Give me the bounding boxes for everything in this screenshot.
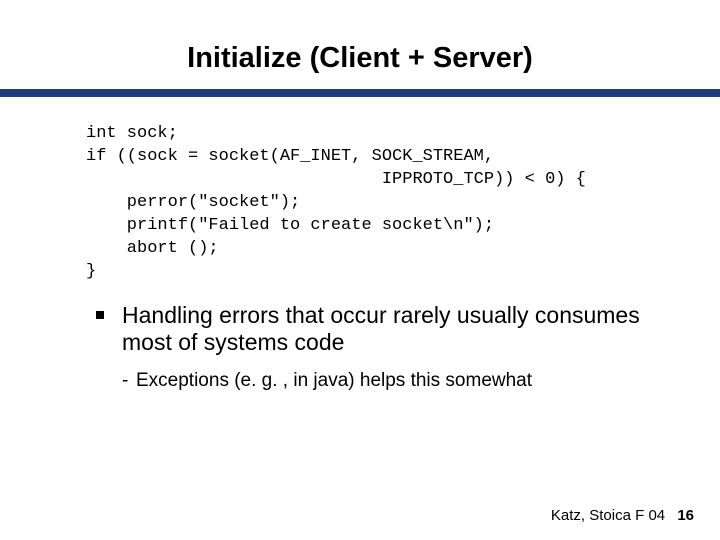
slide: Initialize (Client + Server) int sock; i…	[0, 0, 720, 540]
bullet-list: Handling errors that occur rarely usuall…	[96, 302, 650, 393]
slide-title: Initialize (Client + Server)	[0, 0, 720, 89]
bullet-level-2: Exceptions (e. g. , in java) helps this …	[122, 369, 650, 393]
footer-text: Katz, Stoica F 04	[551, 507, 665, 524]
page-number: 16	[677, 507, 694, 524]
bullet-level-1: Handling errors that occur rarely usuall…	[96, 302, 650, 357]
code-block: int sock; if ((sock = socket(AF_INET, SO…	[86, 123, 720, 284]
footer: Katz, Stoica F 04 16	[551, 507, 694, 524]
title-rule	[0, 89, 720, 97]
